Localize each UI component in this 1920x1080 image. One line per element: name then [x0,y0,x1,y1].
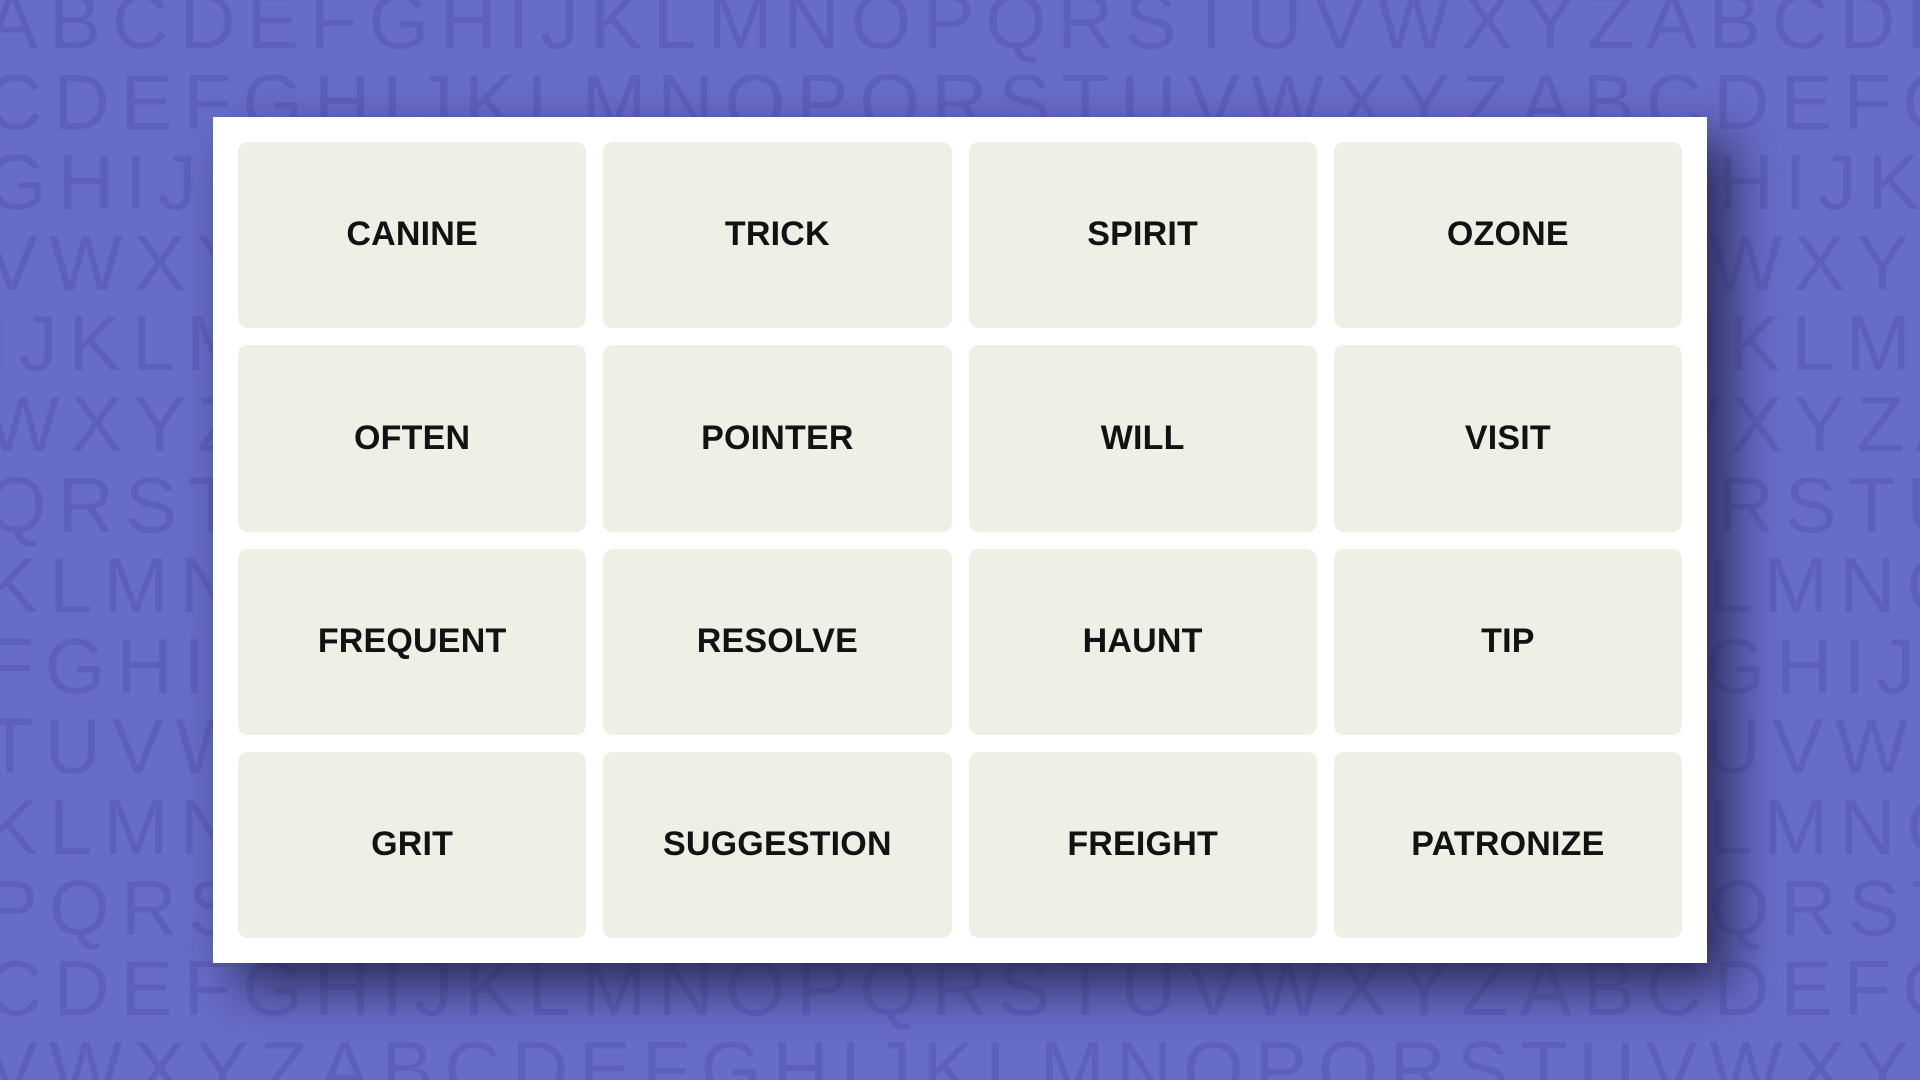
word-tile-label: FREIGHT [1067,825,1218,864]
word-tile-label: CANINE [346,215,478,254]
word-tile-label: OZONE [1446,215,1569,254]
word-tile-label: POINTER [701,418,854,457]
word-tile[interactable]: OFTEN [238,345,587,532]
word-tile[interactable]: PATRONIZE [1333,751,1682,938]
word-tile[interactable]: SUGGESTION [603,751,952,938]
word-tile[interactable]: POINTER [603,345,952,532]
word-tile[interactable]: FREIGHT [968,751,1317,938]
word-tile-label: SUGGESTION [663,825,892,864]
word-tile-label: PATRONIZE [1411,825,1605,864]
word-tile[interactable]: TIP [1333,548,1682,735]
word-tile[interactable]: CANINE [238,142,587,329]
word-tile[interactable]: VISIT [1333,345,1682,532]
word-tile[interactable]: RESOLVE [603,548,952,735]
word-tile[interactable]: SPIRIT [968,142,1317,329]
background-letter-row: VWXYZABCDEFGHIJKLMNOPQRSTUVWXYZAB [0,1024,1920,1080]
puzzle-board: CANINE TRICK SPIRIT OZONE OFTEN POINTER WILL VI… [213,117,1707,963]
word-tile[interactable]: GRIT [238,751,587,938]
word-tile-label: WILL [1100,418,1185,457]
background-letter-row: ABCDEFGHIJKLMNOPQRSTUVWXYZABCDEFG [0,0,1920,65]
word-tile[interactable]: HAUNT [968,548,1317,735]
word-tile-label: GRIT [371,825,454,864]
word-tile-grid: CANINE TRICK SPIRIT OZONE OFTEN POINTER WILL VI… [238,142,1682,938]
word-tile-label: RESOLVE [696,621,859,660]
word-tile[interactable]: WILL [968,345,1317,532]
word-tile-label: OFTEN [354,418,471,457]
word-tile-label: FREQUENT [317,621,507,660]
word-tile[interactable]: OZONE [1333,142,1682,329]
word-tile-label: HAUNT [1082,621,1203,660]
word-tile-label: TIP [1481,621,1535,660]
word-tile-label: TRICK [724,215,830,254]
word-tile-label: SPIRIT [1087,215,1199,254]
word-tile[interactable]: FREQUENT [238,548,587,735]
word-tile-label: VISIT [1464,418,1551,457]
word-tile[interactable]: TRICK [603,142,952,329]
